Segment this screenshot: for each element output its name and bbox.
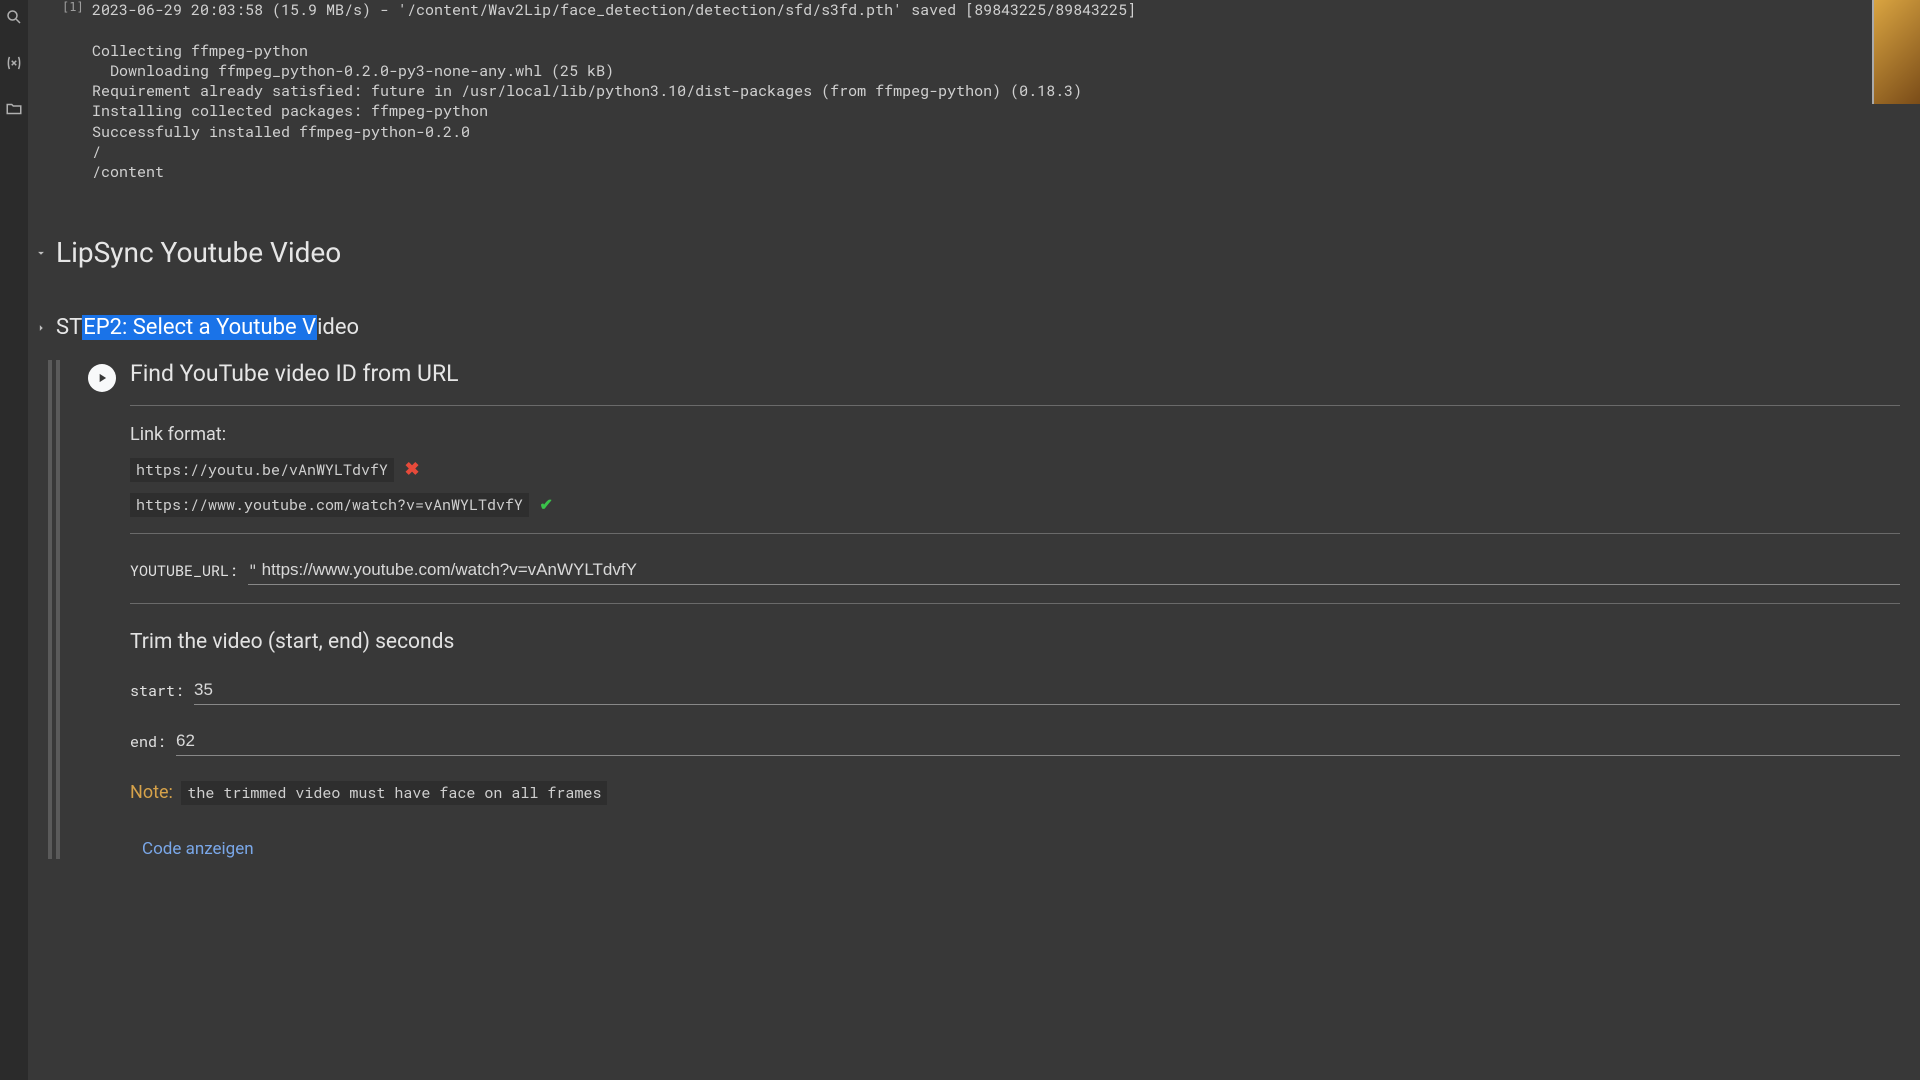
youtube-url-input[interactable] <box>262 560 1900 580</box>
bad-url-code: https://youtu.be/vAnWYLTdvfY <box>130 458 394 482</box>
youtube-url-label: YOUTUBE_URL: <box>130 561 238 581</box>
main-content: [1] 2023-06-29 20:03:58 (15.9 MB/s) - '/… <box>28 0 1920 1080</box>
form-cell: Find YouTube video ID from URL Link form… <box>48 360 1920 859</box>
open-quote: " <box>248 561 258 580</box>
cell-title: Find YouTube video ID from URL <box>130 360 1900 387</box>
step2-title-selection: EP2: Select a Youtube V <box>82 315 317 340</box>
cross-icon: ✖ <box>405 459 420 480</box>
divider <box>130 533 1900 534</box>
divider <box>130 405 1900 406</box>
check-icon: ✔ <box>540 495 553 514</box>
cell-border-outer <box>48 360 52 859</box>
divider <box>130 603 1900 604</box>
start-row: start: <box>130 676 1900 705</box>
end-label: end: <box>130 732 166 752</box>
chevron-right-icon <box>34 321 48 335</box>
chevron-down-icon <box>34 246 48 260</box>
section-step2-header[interactable]: STEP2: Select a Youtube Video <box>28 309 1920 346</box>
start-label: start: <box>130 681 184 701</box>
end-row: end: <box>130 727 1900 756</box>
section-lipsync-header[interactable]: LipSync Youtube Video <box>28 230 1920 275</box>
cell-exec-count: [1] <box>62 0 84 14</box>
note-label: Note: <box>130 782 173 803</box>
run-cell-button[interactable] <box>88 364 116 392</box>
trim-label: Trim the video (start, end) seconds <box>130 630 1900 654</box>
cell-border-inner <box>56 360 60 859</box>
good-url-row: https://www.youtube.com/watch?v=vAnWYLTd… <box>130 494 1900 515</box>
folder-icon[interactable] <box>5 100 23 118</box>
show-code-link[interactable]: Code anzeigen <box>142 839 254 859</box>
start-input[interactable] <box>194 680 1900 700</box>
left-sidebar <box>0 0 28 1080</box>
note-row: Note: the trimmed video must have face o… <box>130 782 1900 803</box>
link-format-label: Link format: <box>130 424 1900 445</box>
search-icon[interactable] <box>5 8 23 26</box>
cell-body: Find YouTube video ID from URL Link form… <box>130 360 1920 859</box>
thumbnail-preview <box>1872 0 1920 104</box>
step2-title-suffix: ideo <box>317 315 359 340</box>
start-input-wrap[interactable] <box>194 676 1900 705</box>
youtube-url-input-wrap[interactable]: " <box>248 556 1900 585</box>
cell-output: 2023-06-29 20:03:58 (15.9 MB/s) - '/cont… <box>28 0 1920 182</box>
bad-url-row: https://youtu.be/vAnWYLTdvfY ✖ <box>130 459 1900 480</box>
end-input[interactable] <box>176 731 1900 751</box>
youtube-url-row: YOUTUBE_URL: " <box>130 556 1900 585</box>
end-input-wrap[interactable] <box>176 727 1900 756</box>
step2-title-prefix: ST <box>56 315 82 340</box>
section-title: LipSync Youtube Video <box>56 236 341 269</box>
note-text: the trimmed video must have face on all … <box>181 781 607 805</box>
step2-title: STEP2: Select a Youtube Video <box>56 315 359 340</box>
variables-icon[interactable] <box>5 54 23 72</box>
good-url-code: https://www.youtube.com/watch?v=vAnWYLTd… <box>130 493 529 517</box>
